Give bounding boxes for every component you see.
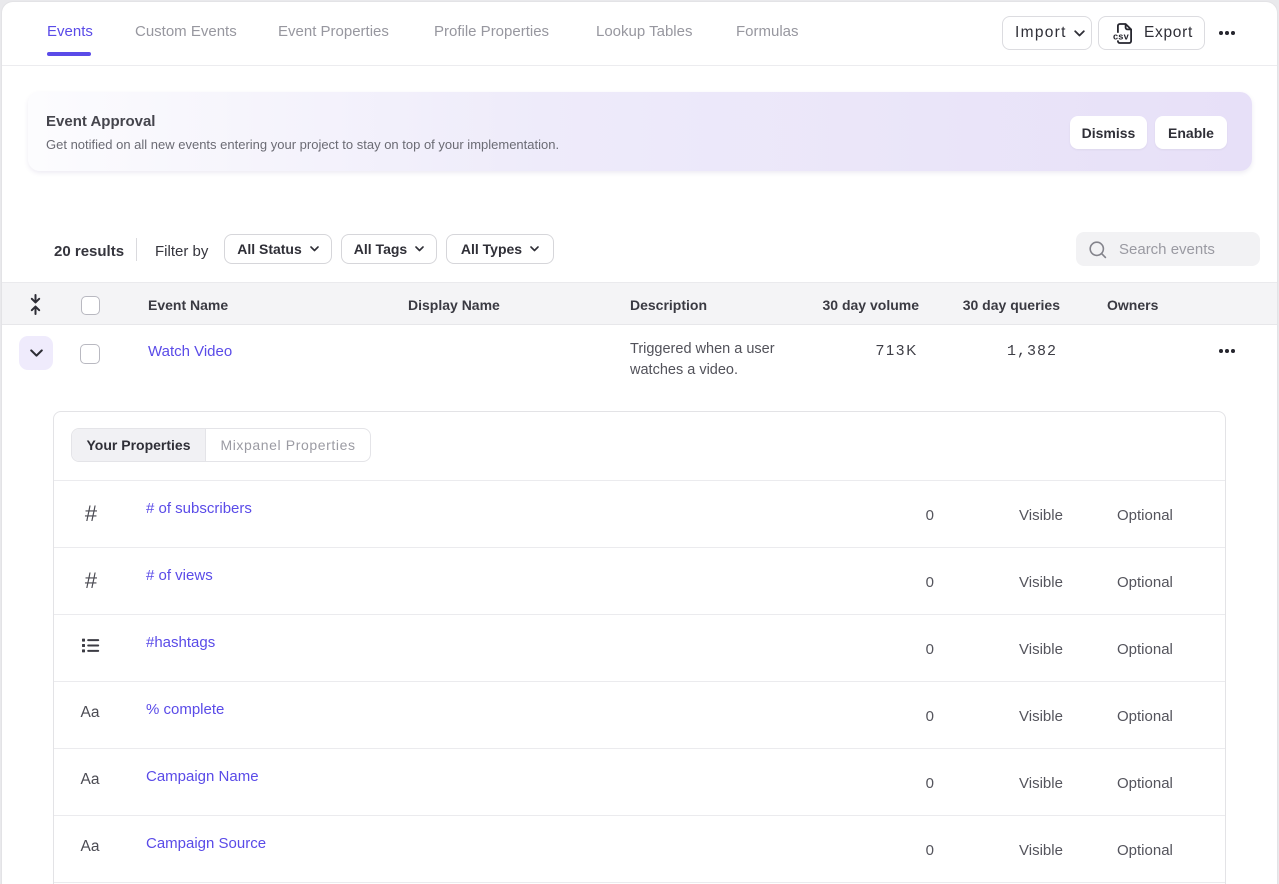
svg-text:csv: csv xyxy=(1113,31,1130,41)
